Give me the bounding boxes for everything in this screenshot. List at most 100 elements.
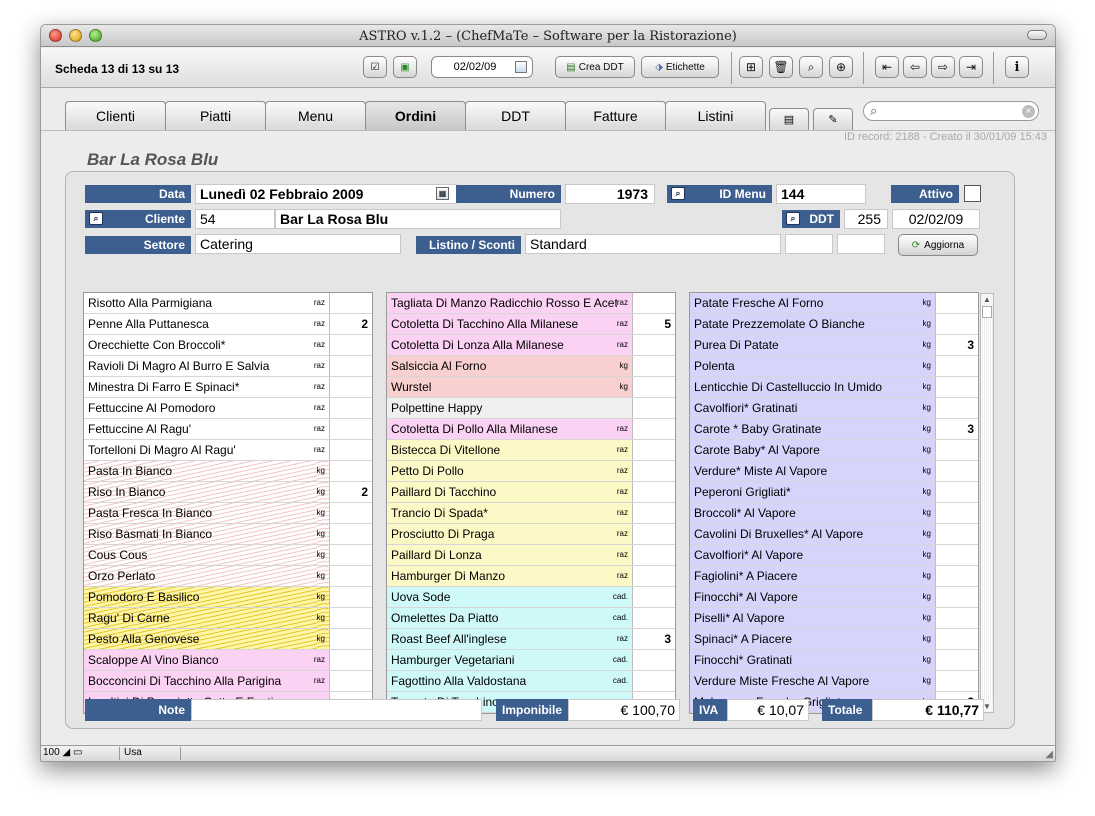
- ddt-date-field[interactable]: 02/02/09: [892, 209, 980, 229]
- quantity-field[interactable]: [936, 314, 978, 334]
- quantity-field[interactable]: 2: [330, 482, 372, 502]
- dish-row[interactable]: Polpettine Happy: [387, 398, 675, 419]
- dish-row[interactable]: Trancio Di Spada* raz: [387, 503, 675, 524]
- quantity-field[interactable]: [936, 629, 978, 649]
- quantity-field[interactable]: [633, 440, 675, 460]
- dish-row[interactable]: Patate Prezzemolate O Bianche kg: [690, 314, 978, 335]
- dish-row[interactable]: Fagiolini* A Piacere kg: [690, 566, 978, 587]
- clear-search-icon[interactable]: ×: [1022, 105, 1035, 118]
- zoom-icon[interactable]: ◢: [62, 747, 70, 758]
- quantity-field[interactable]: [936, 503, 978, 523]
- dish-row[interactable]: Hamburger Di Manzo raz: [387, 566, 675, 587]
- quantity-field[interactable]: [633, 398, 675, 418]
- data-field[interactable]: Lunedì 02 Febbraio 2009: [195, 184, 457, 204]
- quantity-field[interactable]: 3: [633, 629, 675, 649]
- calendar-icon[interactable]: ▦: [436, 187, 449, 200]
- quantity-field[interactable]: 2: [330, 314, 372, 334]
- new-record-button[interactable]: ⊞: [739, 56, 763, 78]
- etichette-button[interactable]: ⬗ Etichette: [641, 56, 719, 78]
- notes-tab[interactable]: ✎: [813, 108, 853, 130]
- toolbar-toggle-button[interactable]: [1027, 30, 1047, 40]
- quantity-field[interactable]: [330, 566, 372, 586]
- dish-row[interactable]: Petto Di Pollo raz: [387, 461, 675, 482]
- dish-row[interactable]: Pesto Alla Genovese kg: [84, 629, 372, 650]
- dish-row[interactable]: Pomodoro E Basilico kg: [84, 587, 372, 608]
- quantity-field[interactable]: [936, 377, 978, 397]
- quantity-field[interactable]: [633, 419, 675, 439]
- quantity-field[interactable]: [936, 650, 978, 670]
- tab-ddt[interactable]: DDT: [465, 101, 566, 130]
- dish-row[interactable]: Cavolfiori* Gratinati kg: [690, 398, 978, 419]
- id-menu-label[interactable]: ⌕ ID Menu: [667, 185, 772, 203]
- search-field[interactable]: ⌕ ×: [863, 101, 1039, 121]
- dish-row[interactable]: Risotto Alla Parmigiana raz: [84, 293, 372, 314]
- dish-row[interactable]: Fettuccine Al Ragu' raz: [84, 419, 372, 440]
- quantity-field[interactable]: [330, 608, 372, 628]
- quantity-field[interactable]: [330, 587, 372, 607]
- quantity-field[interactable]: [330, 419, 372, 439]
- list-view-tab[interactable]: ▤: [769, 108, 809, 130]
- quantity-field[interactable]: [633, 524, 675, 544]
- dish-row[interactable]: Finocchi* Al Vapore kg: [690, 587, 978, 608]
- dish-row[interactable]: Hamburger Vegetariani cad.: [387, 650, 675, 671]
- quantity-field[interactable]: [330, 671, 372, 691]
- calendar-icon[interactable]: [515, 61, 527, 73]
- dish-row[interactable]: Scaloppe Al Vino Bianco raz: [84, 650, 372, 671]
- cliente-id-field[interactable]: 54: [195, 209, 275, 229]
- dish-row[interactable]: Broccoli* Al Vapore kg: [690, 503, 978, 524]
- dish-row[interactable]: Prosciutto Di Praga raz: [387, 524, 675, 545]
- dish-row[interactable]: Cotoletta Di Lonza Alla Milanese raz: [387, 335, 675, 356]
- dish-row[interactable]: Finocchi* Gratinati kg: [690, 650, 978, 671]
- resize-grip-icon[interactable]: ◢: [1045, 749, 1053, 760]
- id-menu-field[interactable]: 144: [776, 184, 866, 204]
- dish-row[interactable]: Salsiccia Al Forno kg: [387, 356, 675, 377]
- dish-row[interactable]: Omelettes Da Piatto cad.: [387, 608, 675, 629]
- tab-listini[interactable]: Listini: [665, 101, 766, 130]
- tab-menu[interactable]: Menu: [265, 101, 366, 130]
- listino-field[interactable]: Standard: [525, 234, 781, 254]
- view-mode-icon[interactable]: ▭: [73, 747, 82, 758]
- dish-row[interactable]: Ravioli Di Magro Al Burro E Salvia raz: [84, 356, 372, 377]
- tab-clienti[interactable]: Clienti: [65, 101, 166, 130]
- quantity-field[interactable]: 5: [633, 314, 675, 334]
- sconto-field-2[interactable]: [837, 234, 885, 254]
- quantity-field[interactable]: [936, 566, 978, 586]
- dish-row[interactable]: Penne Alla Puttanesca raz 2: [84, 314, 372, 335]
- quantity-field[interactable]: [633, 650, 675, 670]
- list-scrollbar[interactable]: ▲ ▼: [980, 293, 994, 713]
- quantity-field[interactable]: [633, 671, 675, 691]
- dish-row[interactable]: Piselli* Al Vapore kg: [690, 608, 978, 629]
- quantity-field[interactable]: [633, 503, 675, 523]
- dish-row[interactable]: Pasta In Bianco kg: [84, 461, 372, 482]
- mode-indicator[interactable]: Usa: [119, 747, 181, 760]
- quantity-field[interactable]: [633, 545, 675, 565]
- dish-row[interactable]: Paillard Di Lonza raz: [387, 545, 675, 566]
- quantity-field[interactable]: [936, 524, 978, 544]
- last-record-button[interactable]: ⇥: [959, 56, 983, 78]
- dish-row[interactable]: Patate Fresche Al Forno kg: [690, 293, 978, 314]
- dish-row[interactable]: Wurstel kg: [387, 377, 675, 398]
- quantity-field[interactable]: [633, 482, 675, 502]
- delete-record-button[interactable]: 🗑: [769, 56, 793, 78]
- quantity-field[interactable]: 3: [936, 419, 978, 439]
- quantity-field[interactable]: [330, 461, 372, 481]
- info-button[interactable]: i: [1005, 56, 1029, 78]
- next-record-button[interactable]: ⇨: [931, 56, 955, 78]
- quantity-field[interactable]: [633, 356, 675, 376]
- find-all-button[interactable]: ⊕: [829, 56, 853, 78]
- dish-row[interactable]: Verdure Miste Fresche Al Vapore kg: [690, 671, 978, 692]
- dish-row[interactable]: Riso In Bianco kg 2: [84, 482, 372, 503]
- dish-row[interactable]: Polenta kg: [690, 356, 978, 377]
- dish-row[interactable]: Purea Di Patate kg 3: [690, 335, 978, 356]
- quantity-field[interactable]: [633, 461, 675, 481]
- quantity-field[interactable]: [330, 398, 372, 418]
- search-input[interactable]: [882, 103, 1018, 119]
- dish-row[interactable]: Orzo Perlato kg: [84, 566, 372, 587]
- quantity-field[interactable]: [936, 482, 978, 502]
- dish-row[interactable]: Verdure* Miste Al Vapore kg: [690, 461, 978, 482]
- dish-row[interactable]: Tortelloni Di Magro Al Ragu' raz: [84, 440, 372, 461]
- dish-row[interactable]: Lenticchie Di Castelluccio In Umido kg: [690, 377, 978, 398]
- note-field[interactable]: [191, 699, 482, 721]
- quantity-field[interactable]: [633, 566, 675, 586]
- dish-row[interactable]: Cous Cous kg: [84, 545, 372, 566]
